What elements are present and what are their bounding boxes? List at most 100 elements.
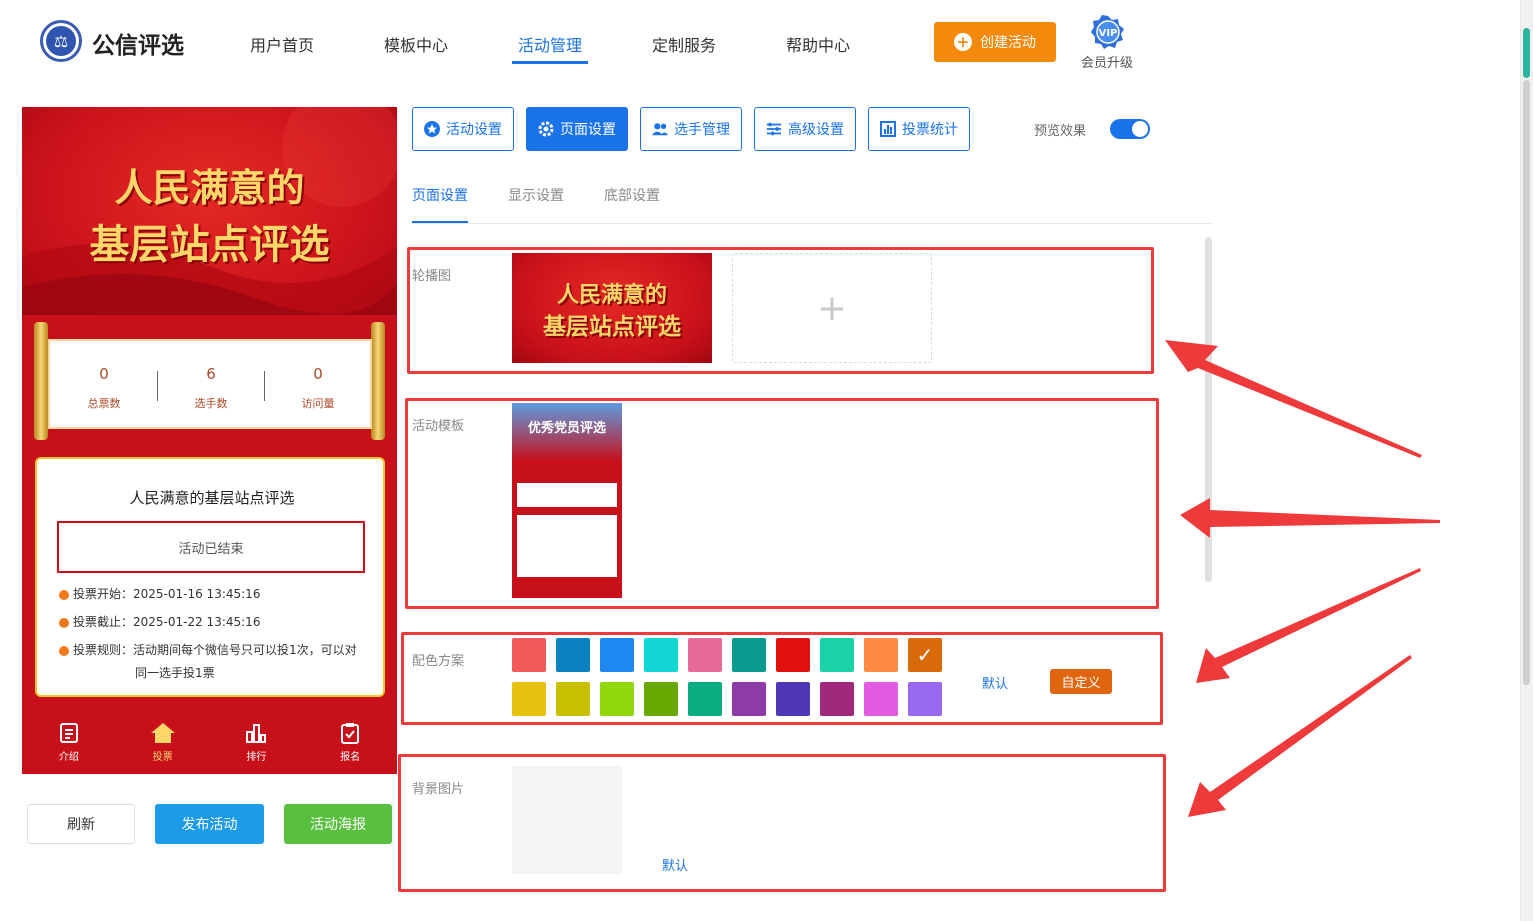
mobile-preview: 人民满意的 基层站点评选 0 总票数 6 选手数 0 访问量 人民满意的基层站点…	[22, 107, 397, 774]
document-icon	[59, 722, 78, 743]
publish-activity-button[interactable]: 发布活动	[155, 804, 264, 844]
template-stats-block	[517, 483, 617, 507]
preview-tab-label: 介绍	[58, 751, 79, 763]
clipboard-check-icon	[341, 722, 360, 744]
scales-icon: ⚖	[46, 26, 76, 56]
activity-status-box: 活动已结束	[57, 521, 365, 573]
bar-chart-icon	[880, 121, 896, 137]
color-swatch[interactable]	[820, 682, 854, 716]
settings-scrollbar[interactable]	[1205, 237, 1212, 582]
vote-rule-line-2: 同一选手投1票	[135, 666, 215, 680]
preview-tab-intro[interactable]: 介绍	[22, 710, 116, 774]
color-scheme-label: 配色方案	[412, 654, 465, 669]
contestant-management-label: 选手管理	[674, 122, 730, 138]
nav-custom-service[interactable]: 定制服务	[652, 32, 716, 56]
activity-poster-button[interactable]: 活动海报	[284, 804, 392, 844]
color-swatch[interactable]	[600, 638, 634, 672]
activity-settings-label: 活动设置	[446, 122, 502, 138]
color-swatch[interactable]	[732, 682, 766, 716]
scroll-rod-left	[34, 322, 48, 440]
toggle-knob	[1132, 121, 1148, 137]
stat-contestants-value: 6	[206, 365, 216, 383]
subtab-display-settings[interactable]: 显示设置	[508, 185, 564, 205]
sliders-icon	[766, 121, 782, 137]
banner-title-line2: 基层站点评选	[89, 221, 330, 268]
color-custom-button[interactable]: 自定义	[1050, 669, 1112, 694]
color-swatch[interactable]	[776, 682, 810, 716]
vote-statistics-button[interactable]: 投票统计	[868, 107, 970, 151]
color-swatch-selected[interactable]: ✓	[908, 638, 942, 672]
color-swatch[interactable]	[908, 682, 942, 716]
vote-start-line: 投票开始：2025-01-16 13:45:16	[59, 583, 260, 606]
vote-end-text: 投票截止：2025-01-22 13:45:16	[73, 615, 261, 629]
color-swatch[interactable]	[644, 682, 678, 716]
color-swatch[interactable]	[512, 682, 546, 716]
preview-effect-label: 预览效果	[1034, 124, 1087, 139]
vote-rule-text-1: 投票规则：活动期间每个微信号只可以投1次，可以对	[73, 643, 357, 657]
refresh-button[interactable]: 刷新	[27, 804, 135, 844]
template-thumbnail[interactable]: 优秀党员评选	[512, 403, 622, 598]
annotation-arrow	[1180, 498, 1440, 538]
template-label: 活动模板	[412, 419, 465, 434]
stat-visits-label: 访问量	[301, 397, 335, 410]
activity-settings-button[interactable]: 活动设置	[412, 107, 514, 151]
subtab-page-settings[interactable]: 页面设置	[412, 185, 468, 205]
color-swatch[interactable]	[644, 638, 678, 672]
preview-tab-ranking[interactable]: 排行	[210, 710, 304, 774]
vote-rule-line: 投票规则：活动期间每个微信号只可以投1次，可以对	[59, 639, 357, 662]
preview-effect-toggle[interactable]	[1110, 119, 1150, 139]
carousel-image[interactable]: 人民满意的 基层站点评选	[512, 253, 712, 363]
page-settings-button[interactable]: 页面设置	[526, 107, 628, 151]
preview-tab-label: 排行	[246, 751, 267, 763]
background-image-label: 背景图片	[412, 782, 465, 797]
color-default-link[interactable]: 默认	[982, 673, 1008, 692]
background-image-placeholder[interactable]	[512, 766, 622, 874]
color-swatch[interactable]	[688, 638, 722, 672]
brand-logo[interactable]: ⚖	[40, 20, 82, 62]
subtab-footer-settings[interactable]: 底部设置	[604, 185, 660, 205]
add-carousel-image-button[interactable]: +	[732, 253, 932, 363]
nav-help-center[interactable]: 帮助中心	[786, 32, 850, 56]
plus-icon: +	[816, 287, 848, 329]
color-swatch[interactable]	[864, 682, 898, 716]
color-swatch[interactable]	[864, 638, 898, 672]
color-swatch[interactable]	[556, 638, 590, 672]
carousel-label: 轮播图	[412, 269, 452, 284]
advanced-settings-button[interactable]: 高级设置	[754, 107, 856, 151]
bar-chart-icon	[246, 723, 267, 743]
page-scrollbar-thumb[interactable]	[1523, 28, 1530, 78]
carousel-image-line2: 基层站点评选	[543, 313, 681, 340]
preview-tab-vote[interactable]: 投票	[116, 710, 210, 774]
vip-badge-icon[interactable]: VIP	[1091, 15, 1125, 49]
clock-icon	[59, 617, 69, 628]
annotation-arrow	[1188, 655, 1412, 817]
vip-text: VIP	[1099, 28, 1118, 39]
contestant-management-button[interactable]: 选手管理	[640, 107, 742, 151]
carousel-image-line1: 人民满意的	[556, 282, 667, 308]
color-swatch[interactable]	[512, 638, 546, 672]
page-scrollbar-track	[1523, 80, 1530, 685]
member-upgrade-label[interactable]: 会员升级	[1081, 52, 1133, 71]
color-swatch[interactable]	[776, 638, 810, 672]
color-swatch[interactable]	[556, 682, 590, 716]
create-activity-label: 创建活动	[980, 35, 1036, 51]
background-default-link[interactable]: 默认	[662, 855, 688, 874]
nav-activity-management[interactable]: 活动管理	[518, 32, 582, 56]
color-swatch[interactable]	[600, 682, 634, 716]
preview-tab-signup[interactable]: 报名	[303, 710, 397, 774]
vote-statistics-label: 投票统计	[902, 122, 958, 138]
preview-banner: 人民满意的 基层站点评选	[22, 107, 397, 322]
star-badge-icon	[424, 121, 440, 137]
template-tabbar	[512, 581, 622, 598]
nav-home[interactable]: 用户首页	[250, 32, 314, 56]
plus-circle-icon: +	[954, 33, 972, 51]
vote-end-line: 投票截止：2025-01-22 13:45:16	[59, 611, 260, 634]
brand-name[interactable]: 公信评选	[92, 26, 184, 60]
banner-title-line1: 人民满意的	[114, 165, 305, 210]
color-swatch[interactable]	[820, 638, 854, 672]
color-swatch[interactable]	[732, 638, 766, 672]
template-info-block	[517, 515, 617, 577]
color-swatch[interactable]	[688, 682, 722, 716]
create-activity-button[interactable]: + 创建活动	[934, 22, 1056, 62]
nav-templates[interactable]: 模板中心	[384, 32, 448, 56]
